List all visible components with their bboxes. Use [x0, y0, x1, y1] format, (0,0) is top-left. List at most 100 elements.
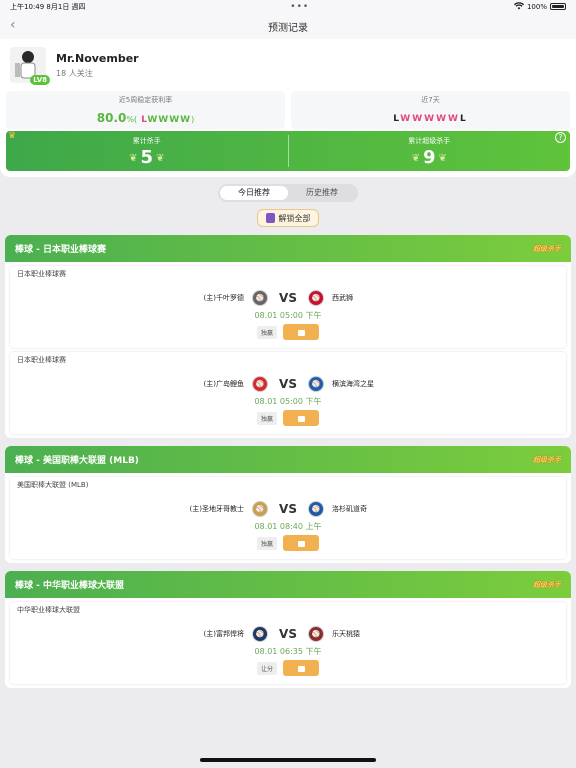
away-team-logo-icon: ⚾: [308, 501, 324, 517]
result-letter: W: [412, 114, 425, 124]
killer-banner: ♛ 累计杀手 ❦ 5 ❦ 累计超级杀手 ❦ 9 ❦ ?: [6, 131, 570, 171]
match-teams: (主)广岛鲤鱼 ⚾ VS ⚾ 横滨海湾之星: [17, 376, 559, 392]
lock-icon: [297, 416, 305, 422]
away-team: 横滨海湾之星: [332, 380, 374, 388]
away-team: 洛杉矶道奇: [332, 505, 367, 513]
league-header[interactable]: 棒球 - 中华职业棒球大联盟 超级杀手: [5, 571, 571, 598]
league-header[interactable]: 棒球 - 美国职棒大联盟 (MLB) 超级杀手: [5, 446, 571, 473]
unlock-match-button[interactable]: [283, 660, 319, 676]
tab-today[interactable]: 今日推荐: [220, 186, 288, 200]
result-letter: W: [448, 114, 460, 124]
result-letter: W: [436, 114, 449, 124]
match-card[interactable]: 美国职棒大联盟 (MLB) (主)圣地牙哥教士 ⚾ VS ⚾ 洛杉矶道奇 08.…: [10, 477, 566, 559]
league-title: 棒球 - 日本职业棒球赛: [15, 245, 107, 255]
recommend-tabs: 今日推荐 历史推荐: [218, 184, 358, 202]
profile-card: LV8 Mr.November 18 人关注 近5周稳定获利率 80.0%( L…: [0, 39, 576, 177]
follower-count: 18 人关注: [56, 68, 93, 78]
profit-rate-value: 80.0%( LWWWW): [6, 111, 285, 125]
crown-icon: ♛: [8, 131, 17, 141]
match-league: 中华职业棒球大联盟: [17, 606, 80, 614]
match-league: 日本职业棒球赛: [17, 356, 66, 364]
unlock-match-button[interactable]: [283, 324, 319, 340]
seven-day-label: 近7天: [421, 96, 440, 104]
match-teams: (主)圣地牙哥教士 ⚾ VS ⚾ 洛杉矶道奇: [17, 501, 559, 517]
league-section: 棒球 - 中华职业棒球大联盟 超级杀手 中华职业棒球大联盟 (主)富邦悍将 ⚾ …: [5, 571, 571, 688]
lock-icon: [297, 330, 305, 336]
match-actions: 独赢: [17, 535, 559, 551]
unlock-icon: [265, 213, 275, 223]
match-teams: (主)富邦悍将 ⚾ VS ⚾ 乐天桃猿: [17, 626, 559, 642]
match-actions: 独赢: [17, 324, 559, 340]
username: Mr.November: [56, 51, 139, 65]
result-letter: W: [169, 115, 181, 125]
level-badge: LV8: [30, 75, 50, 85]
unlock-all-button[interactable]: 解锁全部: [257, 209, 319, 227]
stats-row: 近5周稳定获利率 80.0%( LWWWW) 近7天 LWWWWWL: [6, 91, 570, 129]
back-icon[interactable]: ‹: [10, 17, 16, 33]
laurel-left-icon: ❦: [129, 152, 138, 164]
match-card[interactable]: 日本职业棒球赛 (主)广岛鲤鱼 ⚾ VS ⚾ 横滨海湾之星 08.01 05:0…: [10, 352, 566, 434]
result-letter: W: [147, 115, 159, 125]
home-team: (主)千叶罗德: [203, 294, 244, 302]
match-league: 日本职业棒球赛: [17, 270, 66, 278]
unlock-match-button[interactable]: [283, 410, 319, 426]
killer-count: 累计杀手 ❦ 5 ❦: [6, 131, 288, 171]
seven-day-sequence: LWWWWWL: [291, 114, 570, 124]
battery-icon: [549, 3, 566, 10]
bet-type: 让分: [256, 661, 277, 675]
home-indicator[interactable]: [200, 758, 376, 762]
result-letter: W: [400, 114, 413, 124]
home-team: (主)广岛鲤鱼: [203, 380, 244, 388]
super-killer-badge: 超级杀手: [533, 244, 561, 253]
result-letter: W: [158, 115, 170, 125]
super-killer-label: 累计超级杀手: [408, 137, 451, 145]
super-killer-value: 9: [422, 147, 436, 168]
match-actions: 独赢: [17, 410, 559, 426]
away-team-logo-icon: ⚾: [308, 376, 324, 392]
league-header[interactable]: 棒球 - 日本职业棒球赛 超级杀手: [5, 235, 571, 262]
status-time: 上午10:49: [10, 2, 45, 11]
match-card[interactable]: 日本职业棒球赛 (主)千叶罗德 ⚾ VS ⚾ 西武狮 08.01 05:00 下…: [10, 266, 566, 348]
profit-rate-unit: %(: [126, 115, 138, 124]
match-time: 08.01 05:00 下午: [254, 397, 322, 406]
home-team-logo-icon: ⚾: [252, 626, 268, 642]
away-team: 乐天桃猿: [332, 630, 360, 638]
match-time: 08.01 06:35 下午: [254, 647, 322, 656]
result-letter: W: [180, 115, 192, 125]
nav-bar: ‹ 预测记录: [0, 13, 576, 39]
vs-label: VS: [279, 377, 297, 391]
bet-type: 独赢: [256, 536, 277, 550]
match-time: 08.01 05:00 下午: [254, 311, 322, 320]
league-section: 棒球 - 日本职业棒球赛 超级杀手 日本职业棒球赛 (主)千叶罗德 ⚾ VS ⚾…: [5, 235, 571, 438]
vs-label: VS: [279, 291, 297, 305]
multitask-dots[interactable]: •••: [290, 2, 309, 12]
laurel-left-icon: ❦: [411, 152, 420, 164]
match-actions: 让分: [17, 660, 559, 676]
league-section: 棒球 - 美国职棒大联盟 (MLB) 超级杀手 美国职棒大联盟 (MLB) (主…: [5, 446, 571, 563]
league-title: 棒球 - 中华职业棒球大联盟: [15, 581, 125, 591]
home-team-logo-icon: ⚾: [252, 376, 268, 392]
killer-value: 5: [140, 147, 154, 168]
vs-label: VS: [279, 502, 297, 516]
match-card[interactable]: 中华职业棒球大联盟 (主)富邦悍将 ⚾ VS ⚾ 乐天桃猿 08.01 06:3…: [10, 602, 566, 684]
avatar[interactable]: LV8: [10, 47, 50, 85]
tab-history[interactable]: 历史推荐: [288, 186, 356, 200]
away-team-logo-icon: ⚾: [308, 626, 324, 642]
bet-type: 独赢: [256, 325, 277, 339]
help-icon[interactable]: ?: [555, 132, 566, 143]
home-team-logo-icon: ⚾: [252, 501, 268, 517]
super-killer-count: 累计超级杀手 ❦ 9 ❦: [287, 135, 571, 168]
league-list: 棒球 - 日本职业棒球赛 超级杀手 日本职业棒球赛 (主)千叶罗德 ⚾ VS ⚾…: [0, 235, 576, 688]
page-title: 预测记录: [268, 22, 308, 34]
battery-percent: 100%: [526, 2, 547, 11]
profit-rate-label: 近5周稳定获利率: [118, 96, 173, 104]
lock-icon: [297, 541, 305, 547]
league-title: 棒球 - 美国职棒大联盟 (MLB): [15, 456, 139, 466]
away-team-logo-icon: ⚾: [308, 290, 324, 306]
unlock-match-button[interactable]: [283, 535, 319, 551]
super-killer-badge: 超级杀手: [533, 580, 561, 589]
home-team: (主)圣地牙哥教士: [189, 505, 244, 513]
profit-rate-sequence: LWWWW: [141, 115, 191, 125]
home-team-logo-icon: ⚾: [252, 290, 268, 306]
match-time: 08.01 08:40 上午: [254, 522, 322, 531]
